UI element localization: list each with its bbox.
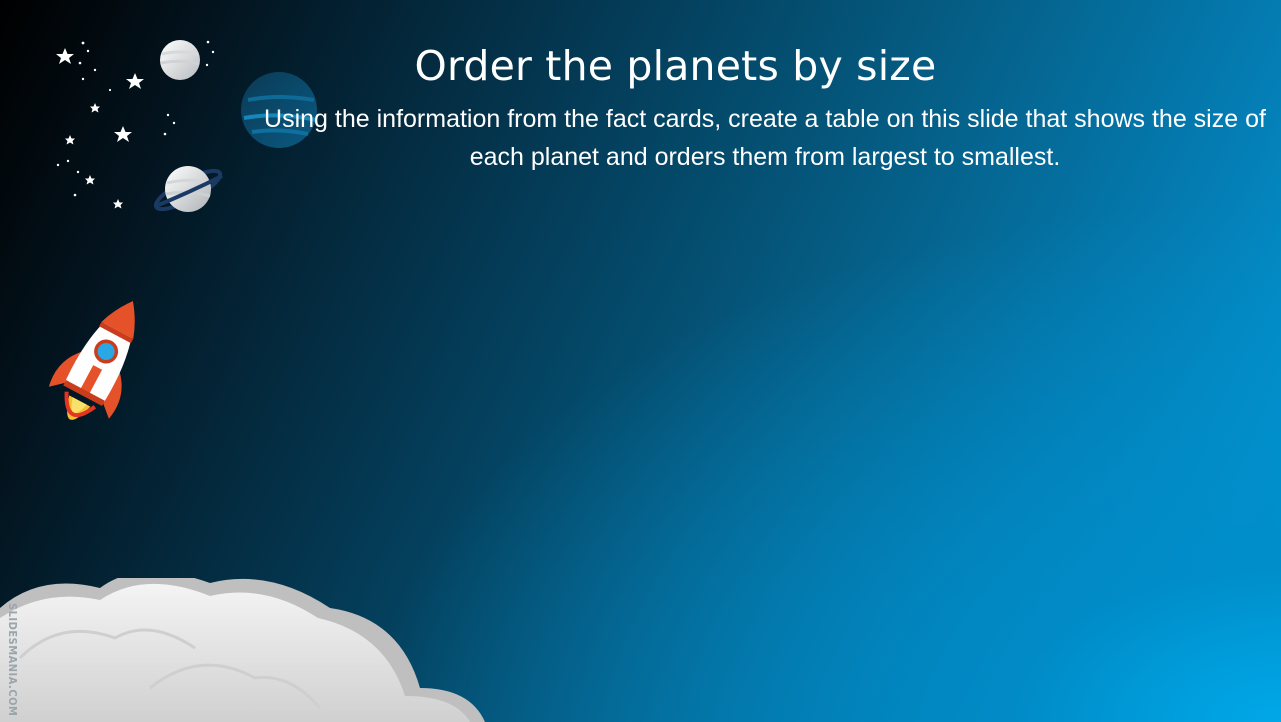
ringed-planet-icon: [153, 166, 223, 212]
slide-instructions[interactable]: Using the information from the fact card…: [260, 100, 1270, 176]
watermark: SLIDESMANIA.COM: [6, 603, 19, 717]
slide: SLIDESMANIA.COM Order the planets by siz…: [0, 0, 1281, 722]
rocket-icon: [48, 301, 135, 420]
slide-title[interactable]: Order the planets by size: [0, 42, 1281, 90]
cloud-icon: [0, 578, 485, 722]
